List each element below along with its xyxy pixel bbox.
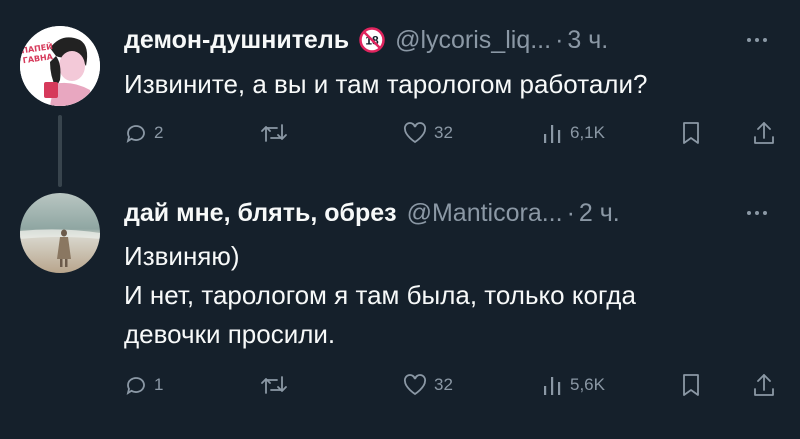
timestamp[interactable]: 2 ч. [579, 199, 620, 228]
reply-count: 2 [154, 123, 164, 142]
reply-icon [124, 121, 148, 145]
views-count: 5,6K [570, 375, 605, 394]
action-bar: 2 32 6,1K [124, 113, 780, 153]
views-count: 6,1K [570, 123, 605, 142]
avatar[interactable] [20, 193, 100, 273]
share-icon [752, 120, 776, 146]
tweet-text: Извиняю) И нет, тарологом я там была, то… [124, 237, 636, 354]
views-icon [542, 373, 564, 397]
tweet-text-line: Извините, а вы и там тарологом работали? [124, 69, 648, 99]
thread-line [58, 115, 62, 187]
like-button[interactable]: 32 [402, 365, 453, 405]
bookmark-button[interactable] [680, 365, 702, 405]
views-button[interactable]: 6,1K [542, 113, 605, 153]
separator-dot: · [555, 25, 564, 54]
tweet-text: Извините, а вы и там тарологом работали? [124, 65, 647, 104]
adult-18-icon: 18 [359, 27, 385, 53]
tweet-text-line: девочки просили. [124, 319, 336, 349]
like-icon [402, 121, 428, 145]
tweet[interactable]: дай мне, блять, обрез @Manticora... · 2 … [0, 185, 800, 439]
more-icon[interactable] [742, 22, 772, 58]
retweet-icon [260, 121, 288, 145]
retweet-icon [260, 373, 288, 397]
author-handle[interactable]: @Manticora... [407, 199, 563, 228]
like-count: 32 [434, 123, 453, 142]
reply-count: 1 [154, 375, 164, 394]
tweet[interactable]: ПАПЕЙ ГАВНА демон-душнитель 18 @lycoris_… [0, 0, 800, 187]
like-count: 32 [434, 375, 453, 394]
reply-icon [124, 373, 148, 397]
views-button[interactable]: 5,6K [542, 365, 605, 405]
timestamp[interactable]: 3 ч. [567, 26, 608, 55]
author-name[interactable]: демон-душнитель [124, 26, 349, 55]
action-bar: 1 32 5,6K [124, 365, 780, 405]
reply-button[interactable]: 1 [124, 365, 163, 405]
views-icon [542, 121, 564, 145]
tweet-header: дай мне, блять, обрез @Manticora... · 2 … [124, 195, 620, 231]
retweet-button[interactable] [260, 365, 288, 405]
share-icon [752, 372, 776, 398]
author-handle[interactable]: @lycoris_liq... [395, 26, 551, 55]
tweet-text-line: И нет, тарологом я там была, только когд… [124, 280, 636, 310]
like-icon [402, 373, 428, 397]
tweet-header: демон-душнитель 18 @lycoris_liq... · 3 ч… [124, 22, 608, 58]
share-button[interactable] [752, 365, 776, 405]
avatar[interactable]: ПАПЕЙ ГАВНА [20, 26, 100, 106]
bookmark-button[interactable] [680, 113, 702, 153]
retweet-button[interactable] [260, 113, 288, 153]
share-button[interactable] [752, 113, 776, 153]
tweet-text-line: Извиняю) [124, 241, 240, 271]
reply-button[interactable]: 2 [124, 113, 163, 153]
author-name[interactable]: дай мне, блять, обрез [124, 199, 397, 228]
more-icon[interactable] [742, 195, 772, 231]
bookmark-icon [680, 120, 702, 146]
bookmark-icon [680, 372, 702, 398]
like-button[interactable]: 32 [402, 113, 453, 153]
separator-dot: · [566, 198, 575, 227]
